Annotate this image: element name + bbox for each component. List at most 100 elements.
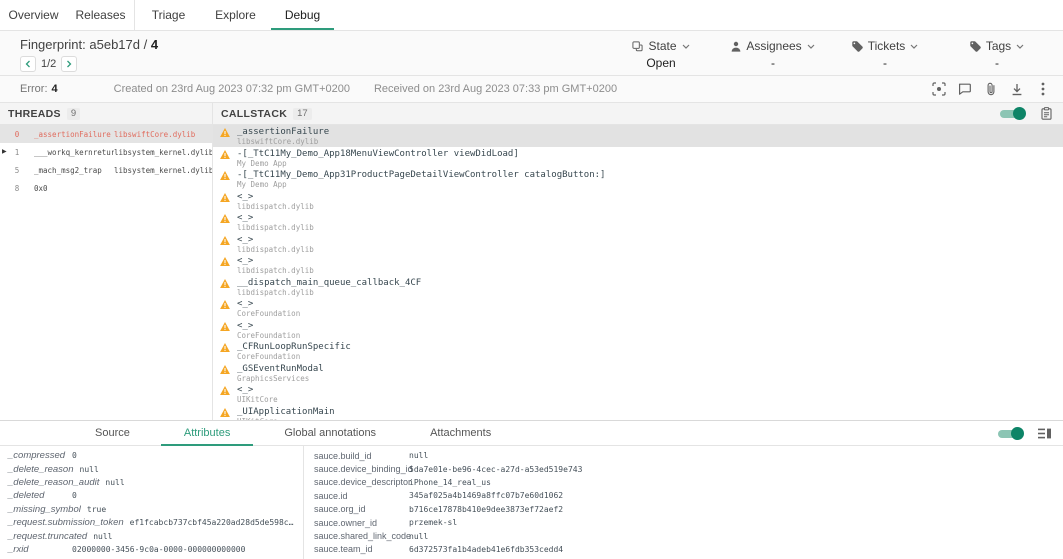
warning-icon bbox=[220, 128, 230, 137]
frame-library: libdispatch.dylib bbox=[237, 246, 314, 254]
tags-dropdown[interactable]: Tags - bbox=[955, 39, 1039, 75]
tab-overview[interactable]: Overview bbox=[0, 0, 67, 30]
fingerprint-label: Fingerprint: bbox=[20, 37, 86, 52]
warning-icon bbox=[220, 300, 230, 309]
attribute-value: null bbox=[80, 465, 304, 474]
callstack-frame[interactable]: <_> libdispatch.dylib bbox=[213, 211, 1063, 233]
fingerprint-count: 4 bbox=[151, 37, 158, 52]
tickets-value: - bbox=[883, 56, 887, 70]
callstack-frame[interactable]: <_> libdispatch.dylib bbox=[213, 190, 1063, 212]
tickets-dropdown[interactable]: Tickets - bbox=[843, 39, 927, 75]
callstack-frame[interactable]: <_> libdispatch.dylib bbox=[213, 254, 1063, 276]
attribute-value: null bbox=[409, 532, 1063, 541]
callstack-frame[interactable]: _assertionFailure libswiftCore.dylib bbox=[213, 125, 1063, 147]
frame-function: -[_TtC11My_Demo_App18MenuViewController … bbox=[237, 149, 519, 159]
attribute-value: null bbox=[105, 478, 303, 487]
attribute-row: _delete_reason_audit null bbox=[0, 476, 303, 489]
frame-library: libdispatch.dylib bbox=[237, 267, 314, 275]
warning-icon bbox=[220, 386, 230, 395]
view-list-icon[interactable] bbox=[1036, 425, 1053, 442]
callstack-frame[interactable]: _CFRunLoopRunSpecific CoreFoundation bbox=[213, 340, 1063, 362]
callstack-frame[interactable]: _UIApplicationMain UIKitCore bbox=[213, 405, 1063, 421]
more-options-icon[interactable] bbox=[1034, 81, 1051, 98]
assignees-dropdown[interactable]: Assignees - bbox=[731, 39, 815, 75]
frame-function: <_> bbox=[237, 321, 300, 331]
attribute-value: przemek-sl bbox=[409, 518, 1063, 527]
attribute-value: 0 bbox=[72, 491, 303, 500]
tab-releases[interactable]: Releases bbox=[67, 0, 134, 30]
thread-row[interactable]: ▶ 1 ___workq_kernreturn libsystem_kernel… bbox=[0, 143, 212, 161]
download-icon[interactable] bbox=[1008, 81, 1025, 98]
thread-list: ▶ 0 _assertionFailure libswiftCore.dylib… bbox=[0, 125, 212, 197]
comment-icon[interactable] bbox=[956, 81, 973, 98]
callstack-frame[interactable]: -[_TtC11My_Demo_App31ProductPageDetailVi… bbox=[213, 168, 1063, 190]
tab-debug[interactable]: Debug bbox=[269, 0, 336, 30]
frame-library: libdispatch.dylib bbox=[237, 224, 314, 232]
page-indicator: 1/2 bbox=[41, 58, 56, 70]
attribute-row: sauce.owner_id przemek-sl bbox=[304, 516, 1063, 529]
warning-icon bbox=[220, 150, 230, 159]
thread-function: _mach_msg2_trap bbox=[34, 166, 114, 175]
attribute-row: sauce.build_id null bbox=[304, 449, 1063, 462]
tab-source[interactable]: Source bbox=[68, 421, 157, 445]
callstack-frame[interactable]: <_> CoreFoundation bbox=[213, 297, 1063, 319]
callstack-frame[interactable]: <_> libdispatch.dylib bbox=[213, 233, 1063, 255]
frame-library: libdispatch.dylib bbox=[237, 203, 314, 211]
callstack-frame[interactable]: _GSEventRunModal GraphicsServices bbox=[213, 362, 1063, 384]
attribute-key: _compressed bbox=[0, 450, 72, 461]
fingerprint-pager: 1/2 bbox=[20, 56, 158, 72]
warning-icon bbox=[220, 257, 230, 266]
frame-library: My Demo App bbox=[237, 160, 519, 168]
thread-row[interactable]: ▶ 0 _assertionFailure libswiftCore.dylib bbox=[0, 125, 212, 143]
frame-function: _CFRunLoopRunSpecific bbox=[237, 342, 351, 352]
focus-icon[interactable] bbox=[930, 81, 947, 98]
chevron-left-icon bbox=[25, 60, 31, 68]
attribute-value: 5da7e01e-be96-4cec-a27d-a53ed519e743 bbox=[409, 465, 1063, 474]
tab-triage[interactable]: Triage bbox=[135, 0, 202, 30]
attribute-row: _request.truncated null bbox=[0, 529, 303, 542]
assignees-label: Assignees bbox=[746, 39, 801, 53]
copy-callstack-icon[interactable] bbox=[1038, 105, 1055, 122]
attributes-view-toggle[interactable] bbox=[997, 427, 1024, 440]
thread-library: libsystem_kernel.dylib bbox=[114, 148, 212, 157]
frame-library: libswiftCore.dylib bbox=[237, 138, 329, 146]
callstack-frame[interactable]: -[_TtC11My_Demo_App18MenuViewController … bbox=[213, 147, 1063, 169]
frame-function: __dispatch_main_queue_callback_4CF bbox=[237, 278, 421, 288]
thread-library: libsystem_kernel.dylib bbox=[114, 166, 212, 175]
next-page-button[interactable] bbox=[61, 56, 77, 72]
main-nav-tabs: Overview Releases Triage Explore Debug bbox=[0, 0, 1063, 31]
frame-library: GraphicsServices bbox=[237, 375, 324, 383]
callstack-frame[interactable]: __dispatch_main_queue_callback_4CF libdi… bbox=[213, 276, 1063, 298]
created-timestamp: Created on 23rd Aug 2023 07:32 pm GMT+02… bbox=[114, 83, 350, 95]
tab-explore[interactable]: Explore bbox=[202, 0, 269, 30]
callstack-title: CALLSTACK bbox=[221, 108, 287, 120]
assignees-value: - bbox=[771, 56, 775, 70]
attachment-icon[interactable] bbox=[982, 81, 999, 98]
received-timestamp: Received on 23rd Aug 2023 07:33 pm GMT+0… bbox=[374, 83, 617, 95]
prev-page-button[interactable] bbox=[20, 56, 36, 72]
warning-icon bbox=[220, 343, 230, 352]
attribute-key: sauce.device_descriptor bbox=[304, 477, 409, 487]
attribute-key: sauce.device_binding_id bbox=[304, 464, 409, 474]
symbolication-toggle[interactable] bbox=[999, 107, 1026, 120]
attribute-row: sauce.org_id b716ce17878b410e9dee3873ef7… bbox=[304, 503, 1063, 516]
tab-global-annotations[interactable]: Global annotations bbox=[257, 421, 403, 445]
thread-id: 8 bbox=[0, 184, 34, 193]
attribute-row: sauce.id 345af025a4b1469a8ffc07b7e60d106… bbox=[304, 489, 1063, 502]
frame-function: _assertionFailure bbox=[237, 127, 329, 137]
thread-expand-caret[interactable]: ▶ bbox=[2, 148, 7, 155]
state-icon bbox=[632, 41, 643, 52]
callstack-count-badge: 17 bbox=[293, 108, 312, 120]
attribute-key: sauce.owner_id bbox=[304, 518, 409, 528]
attribute-value: b716ce17878b410e9dee3873ef72aef2 bbox=[409, 505, 1063, 514]
state-dropdown[interactable]: State Open bbox=[619, 39, 703, 75]
tab-attachments[interactable]: Attachments bbox=[403, 421, 518, 445]
threads-title: THREADS bbox=[8, 108, 61, 120]
attribute-key: _delete_reason bbox=[0, 464, 80, 475]
thread-row[interactable]: ▶ 8 0x0 bbox=[0, 179, 212, 197]
attribute-key: _deleted bbox=[0, 490, 72, 501]
tab-attributes[interactable]: Attributes bbox=[157, 421, 257, 445]
callstack-frame[interactable]: <_> UIKitCore bbox=[213, 383, 1063, 405]
thread-row[interactable]: ▶ 5 _mach_msg2_trap libsystem_kernel.dyl… bbox=[0, 161, 212, 179]
callstack-frame[interactable]: <_> CoreFoundation bbox=[213, 319, 1063, 341]
